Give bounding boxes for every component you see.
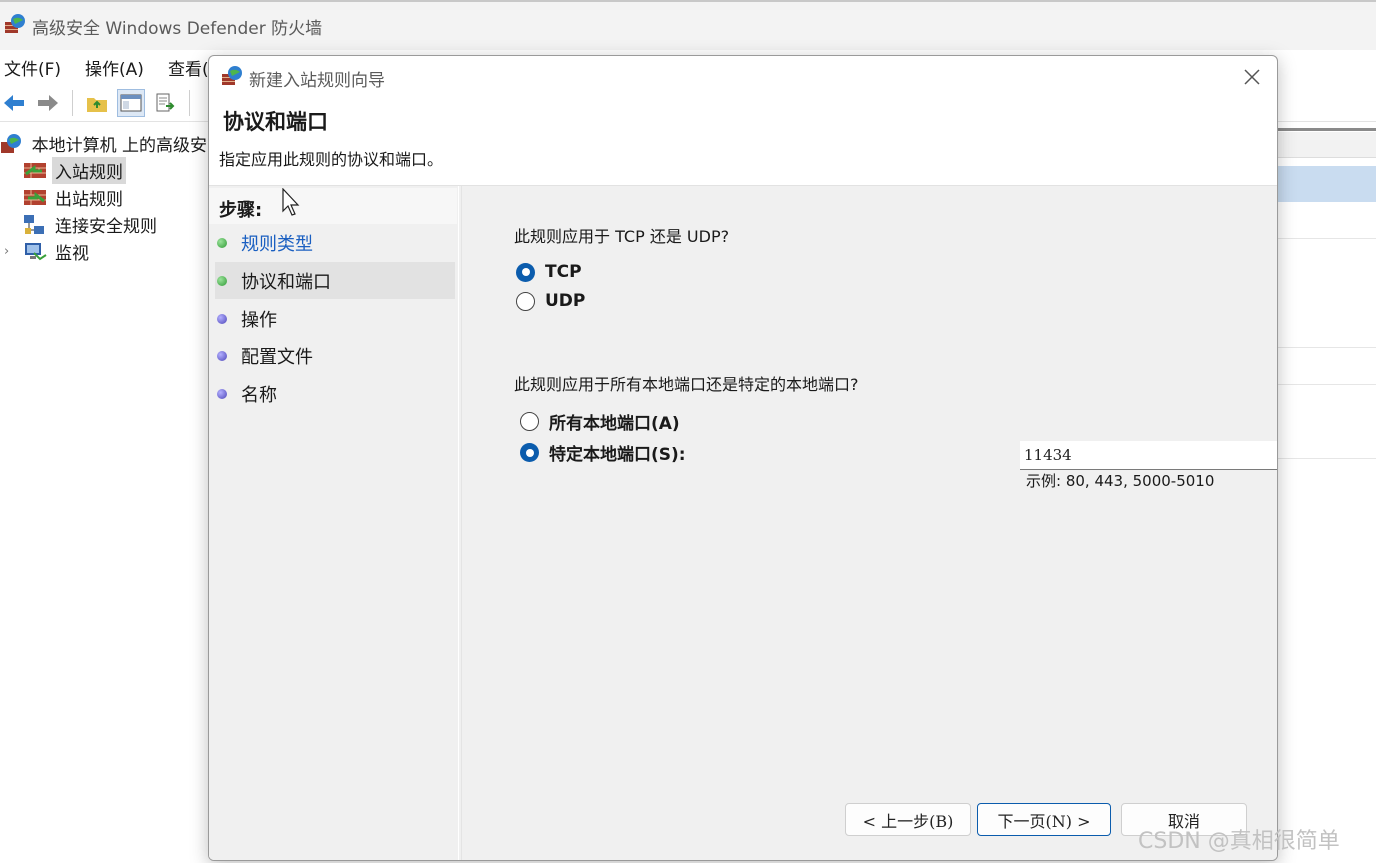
folder-up-icon[interactable] (83, 89, 111, 117)
dialog-title: 新建入站规则向导 (249, 70, 385, 91)
step-pending-icon (217, 313, 227, 324)
step-profile: 配置文件 (215, 337, 455, 374)
radio-all-local-ports[interactable]: 所有本地端口(A) (520, 409, 680, 434)
tree-item-label: 连接安全规则 (55, 217, 157, 237)
step-label: 操作 (241, 309, 277, 331)
console-tree: 本地计算机 上的高级安 入站规则 出站规则 连接安全规则 › 监视 (0, 130, 210, 265)
actions-pane (1278, 122, 1376, 863)
row-divider (1278, 384, 1376, 385)
radio-udp[interactable]: UDP (516, 291, 585, 311)
radio-unselected-icon (520, 412, 539, 431)
tree-item-label: 入站规则 (52, 157, 126, 184)
next-button[interactable]: 下一页(N) > (977, 803, 1111, 836)
radio-label: UDP (545, 291, 586, 311)
dialog-body: 步骤: 规则类型 协议和端口 操作 配置文件 名称 此规则应用于 TCP 还是 … (209, 186, 1277, 860)
chevron-right-icon[interactable]: › (4, 244, 9, 259)
watermark: CSDN @真相很简单 (1138, 829, 1340, 854)
step-content: 此规则应用于 TCP 还是 UDP? TCP UDP 此规则应用于所有本地端口还… (461, 186, 1277, 860)
pane-header (1278, 132, 1376, 158)
inbound-wall-icon (22, 160, 48, 182)
steps-panel: 步骤: 规则类型 协议和端口 操作 配置文件 名称 (209, 186, 459, 860)
protocol-question: 此规则应用于 TCP 还是 UDP? (514, 227, 730, 246)
forward-arrow-icon[interactable] (34, 89, 62, 117)
menu-file[interactable]: 文件(F) (4, 55, 61, 80)
step-pending-icon (217, 388, 227, 399)
page-subtitle: 指定应用此规则的协议和端口。 (219, 150, 444, 169)
radio-unselected-icon (516, 291, 535, 311)
back-arrow-icon[interactable] (0, 89, 28, 117)
firewall-globe-icon (0, 133, 25, 155)
close-icon[interactable] (1241, 66, 1263, 88)
tree-root[interactable]: 本地计算机 上的高级安 (0, 130, 210, 157)
row-divider (1278, 238, 1376, 239)
tree-item-monitoring[interactable]: › 监视 (0, 238, 210, 265)
step-name: 名称 (215, 375, 455, 412)
menu-view[interactable]: 查看( (168, 55, 209, 80)
step-protocol-and-ports: 协议和端口 (215, 262, 455, 299)
page-title: 协议和端口 (223, 110, 328, 134)
step-label: 配置文件 (241, 346, 313, 368)
radio-selected-icon (520, 443, 539, 462)
console-tree-icon[interactable] (117, 88, 145, 117)
tree-item-label: 出站规则 (55, 190, 123, 210)
outbound-wall-icon (22, 187, 48, 209)
step-pending-icon (217, 350, 227, 361)
tree-item-outbound-rules[interactable]: 出站规则 (0, 184, 210, 211)
toolbar-separator (72, 89, 73, 116)
step-label: 名称 (241, 384, 277, 406)
export-list-icon[interactable] (151, 89, 179, 117)
selected-row[interactable] (1278, 166, 1376, 202)
step-rule-type[interactable]: 规则类型 (215, 224, 455, 261)
port-question: 此规则应用于所有本地端口还是特定的本地端口? (514, 375, 859, 394)
dialog-titlebar: 新建入站规则向导 (209, 56, 1277, 100)
step-done-icon (217, 237, 227, 248)
new-inbound-rule-wizard: 新建入站规则向导 协议和端口 指定应用此规则的协议和端口。 步骤: 规则类型 协… (208, 55, 1278, 861)
step-action: 操作 (215, 300, 455, 337)
port-example-hint: 示例: 80, 443, 5000-5010 (1026, 472, 1215, 490)
step-current-icon (217, 275, 227, 286)
radio-selected-icon (516, 262, 535, 282)
tree-root-label: 本地计算机 上的高级安 (31, 136, 207, 156)
row-divider (1278, 458, 1376, 459)
main-window-title: 高级安全 Windows Defender 防火墙 (32, 18, 323, 39)
step-label: 规则类型 (241, 233, 313, 255)
tree-item-inbound-rules[interactable]: 入站规则 (0, 157, 210, 184)
tree-item-connection-security[interactable]: 连接安全规则 (0, 211, 210, 238)
connection-security-icon (22, 214, 48, 236)
radio-specific-local-ports[interactable]: 特定本地端口(S): (520, 440, 686, 465)
back-button[interactable]: < 上一步(B) (845, 803, 971, 836)
firewall-globe-icon (221, 65, 243, 92)
main-titlebar: 高级安全 Windows Defender 防火墙 (0, 0, 1376, 50)
radio-tcp[interactable]: TCP (516, 262, 582, 282)
monitor-icon (22, 241, 48, 263)
radio-label: 所有本地端口(A) (549, 414, 680, 434)
steps-header: 步骤: (209, 188, 457, 224)
radio-label: TCP (545, 262, 582, 282)
mouse-pointer-icon (282, 187, 302, 218)
tree-item-label: 监视 (55, 244, 89, 264)
pane-divider (1278, 128, 1376, 131)
toolbar-separator (189, 89, 190, 116)
row-divider (1278, 347, 1376, 348)
dialog-header: 协议和端口 指定应用此规则的协议和端口。 (209, 100, 1277, 186)
radio-label: 特定本地端口(S): (549, 445, 686, 465)
firewall-globe-icon (4, 13, 26, 40)
menu-action[interactable]: 操作(A) (85, 55, 144, 80)
step-label: 协议和端口 (241, 271, 331, 293)
specific-ports-input[interactable] (1020, 441, 1277, 470)
